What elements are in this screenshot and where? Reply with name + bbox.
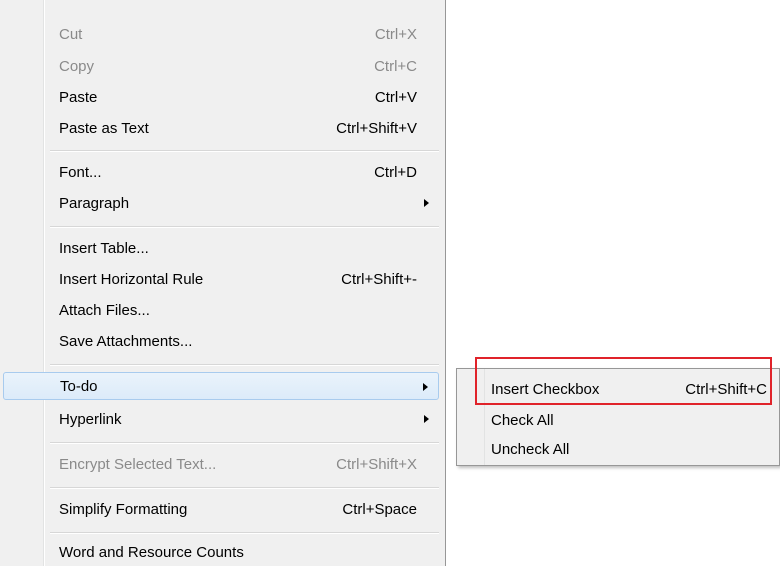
menu-item-insert-horizontal-rule[interactable]: Insert Horizontal Rule Ctrl+Shift+-: [44, 265, 439, 293]
submenu-item-insert-checkbox[interactable]: Insert Checkbox Ctrl+Shift+C: [485, 376, 779, 404]
submenu-item-shortcut: Ctrl+Shift+C: [685, 381, 767, 398]
menu-item-label: Insert Table...: [59, 239, 149, 257]
menu-item-label: Paragraph: [59, 194, 130, 212]
menu-item-label: Paste as Text: [59, 119, 149, 137]
menu-item-shortcut: Ctrl+C: [374, 57, 417, 75]
menu-item-label: Save Attachments...: [59, 332, 193, 350]
menu-item-shortcut: Ctrl+Shift+X: [336, 455, 417, 473]
menu-separator: [50, 226, 439, 228]
menu-item-shortcut: Ctrl+D: [374, 163, 417, 181]
menu-item-shortcut: Ctrl+X: [374, 25, 417, 43]
menu-item-label: To-do: [60, 377, 98, 395]
menu-item-shortcut: Ctrl+Shift+-: [341, 270, 417, 288]
menu-item-label: Insert Horizontal Rule: [59, 270, 204, 288]
menu-separator: [50, 364, 439, 366]
menu-item-label: Cut: [59, 25, 83, 43]
menu-separator: [50, 442, 439, 444]
menu-item-cut[interactable]: Cut Ctrl+X: [44, 20, 439, 48]
menu-item-to-do[interactable]: To-do: [3, 372, 439, 400]
menu-item-paste-as-text[interactable]: Paste as Text Ctrl+Shift+V: [44, 114, 439, 142]
menu-item-paragraph[interactable]: Paragraph: [44, 189, 439, 217]
menu-separator: [50, 150, 439, 152]
menu-item-label: Paste: [59, 88, 98, 106]
submenu-item-label: Check All: [491, 412, 554, 429]
menu-item-shortcut: Ctrl+Space: [342, 500, 417, 518]
menu-item-encrypt-selected-text[interactable]: Encrypt Selected Text... Ctrl+Shift+X: [44, 450, 439, 478]
menu-item-label: Font...: [59, 163, 102, 181]
menu-item-label: Attach Files...: [59, 301, 150, 319]
menu-item-attach-files[interactable]: Attach Files...: [44, 296, 439, 324]
screen: Cut Ctrl+X Copy Ctrl+C Paste Ctrl+V Past…: [0, 0, 780, 566]
context-menu: Cut Ctrl+X Copy Ctrl+C Paste Ctrl+V Past…: [0, 0, 446, 566]
menu-item-copy[interactable]: Copy Ctrl+C: [44, 52, 439, 80]
menu-item-shortcut: Ctrl+Shift+V: [336, 119, 417, 137]
menu-item-shortcut: Ctrl+V: [374, 88, 417, 106]
to-do-submenu: Insert Checkbox Ctrl+Shift+C Check All U…: [456, 368, 780, 466]
menu-item-word-and-resource-counts[interactable]: Word and Resource Counts: [44, 538, 439, 566]
submenu-arrow-icon: [423, 383, 428, 391]
menu-item-paste[interactable]: Paste Ctrl+V: [44, 83, 439, 111]
menu-separator: [50, 487, 439, 489]
submenu-arrow-icon: [424, 415, 429, 423]
menu-item-label: Copy: [59, 57, 95, 75]
submenu-item-label: Uncheck All: [491, 441, 570, 458]
menu-item-save-attachments[interactable]: Save Attachments...: [44, 327, 439, 355]
submenu-item-uncheck-all[interactable]: Uncheck All: [485, 436, 779, 464]
menu-item-label: Word and Resource Counts: [59, 543, 244, 561]
submenu-item-label: Insert Checkbox: [491, 381, 600, 398]
menu-separator: [50, 532, 439, 534]
submenu-item-check-all[interactable]: Check All: [485, 407, 779, 435]
menu-item-label: Simplify Formatting: [59, 500, 188, 518]
menu-item-simplify-formatting[interactable]: Simplify Formatting Ctrl+Space: [44, 495, 439, 523]
menu-item-insert-table[interactable]: Insert Table...: [44, 234, 439, 262]
submenu-arrow-icon: [424, 199, 429, 207]
menu-item-label: Hyperlink: [59, 410, 122, 428]
menu-item-font[interactable]: Font... Ctrl+D: [44, 158, 439, 186]
menu-item-label: Encrypt Selected Text...: [59, 455, 217, 473]
menu-item-hyperlink[interactable]: Hyperlink: [44, 405, 439, 433]
